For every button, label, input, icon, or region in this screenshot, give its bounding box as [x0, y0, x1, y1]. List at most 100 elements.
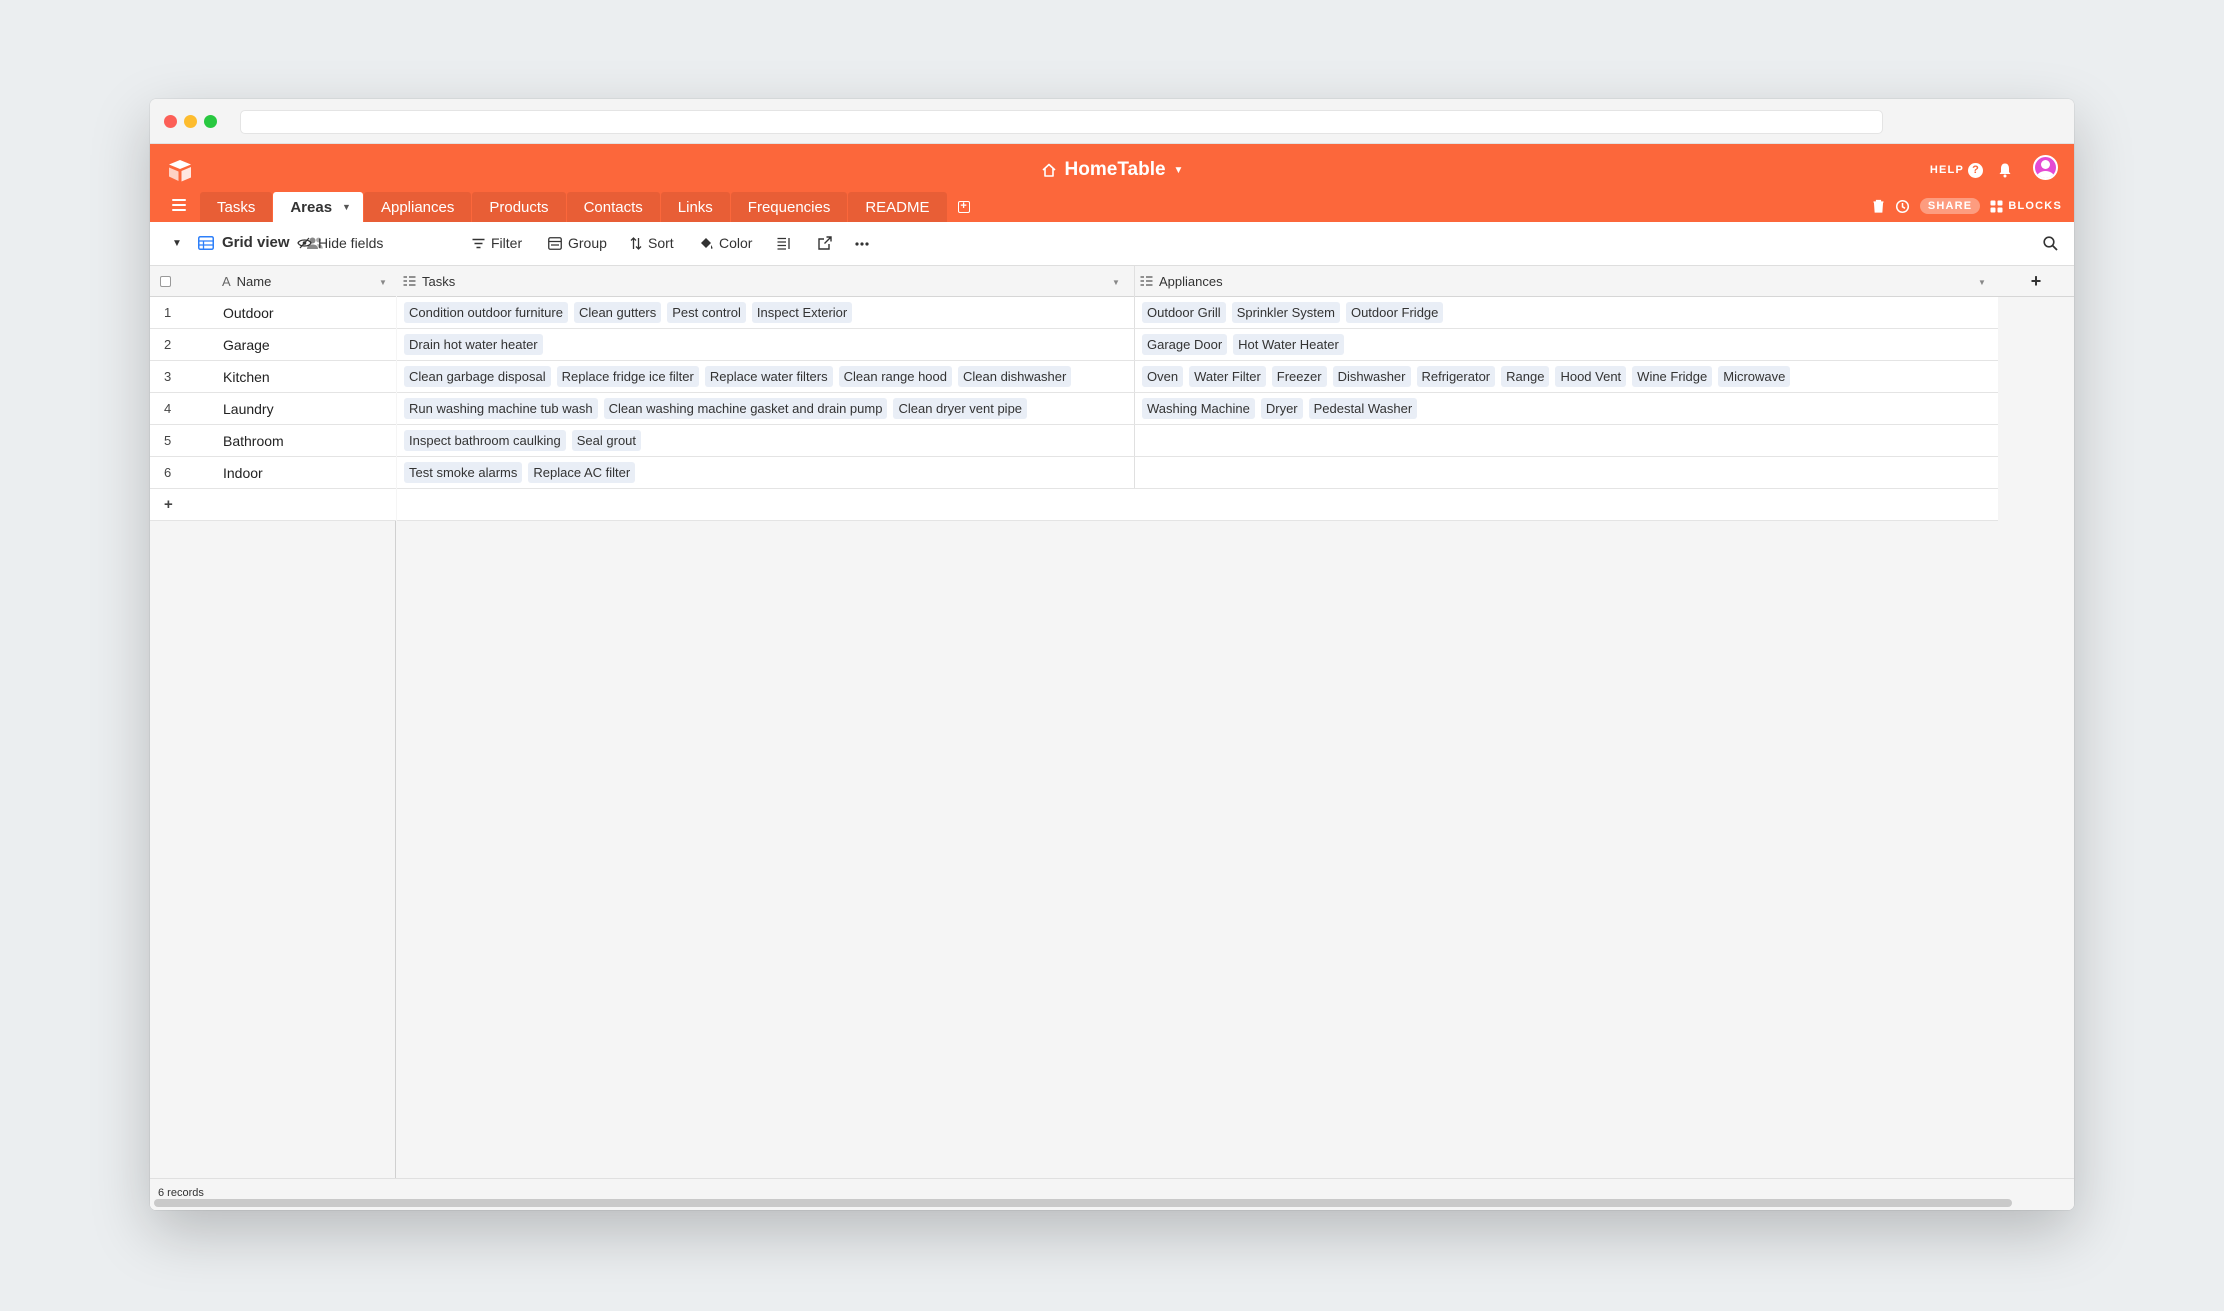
- linked-record-chip[interactable]: Pest control: [667, 302, 746, 323]
- sort-button[interactable]: Sort: [630, 235, 674, 251]
- tasks-cell[interactable]: Test smoke alarms Replace AC filter: [397, 457, 1134, 488]
- more-options-icon[interactable]: [855, 242, 869, 246]
- base-title[interactable]: HomeTable ▼: [150, 156, 2074, 184]
- trash-icon[interactable]: [1872, 199, 1885, 213]
- linked-record-chip[interactable]: Water Filter: [1189, 366, 1266, 387]
- row-name-cell[interactable]: Garage: [223, 337, 270, 353]
- table-row[interactable]: Inspect bathroom caulking Seal grout: [397, 425, 1998, 457]
- horizontal-scrollbar[interactable]: [154, 1199, 2012, 1207]
- linked-record-chip[interactable]: Oven: [1142, 366, 1184, 387]
- table-row[interactable]: 1 Outdoor: [150, 297, 396, 329]
- share-button[interactable]: SHARE: [1919, 198, 1981, 214]
- tasks-cell[interactable]: Clean garbage disposal Replace fridge ice…: [397, 361, 1134, 392]
- tab-frequencies[interactable]: Frequencies: [730, 192, 848, 222]
- chevron-down-icon[interactable]: ▼: [342, 202, 351, 212]
- tasks-cell[interactable]: Run washing machine tub wash Clean washin…: [397, 393, 1134, 424]
- table-row[interactable]: 4 Laundry: [150, 393, 396, 425]
- history-icon[interactable]: [1895, 199, 1910, 214]
- linked-record-chip[interactable]: Seal grout: [571, 430, 642, 451]
- linked-record-chip[interactable]: Clean garbage disposal: [404, 366, 551, 387]
- chevron-down-icon[interactable]: ▼: [1978, 278, 1986, 287]
- add-row-button[interactable]: +: [150, 489, 396, 521]
- table-row[interactable]: Clean garbage disposal Replace fridge ice…: [397, 361, 1998, 393]
- table-row[interactable]: Run washing machine tub wash Clean washin…: [397, 393, 1998, 425]
- linked-record-chip[interactable]: Garage Door: [1142, 334, 1228, 355]
- row-name-cell[interactable]: Outdoor: [223, 305, 274, 321]
- table-row[interactable]: Drain hot water heater Garage Door Hot Wat…: [397, 329, 1998, 361]
- add-column-button[interactable]: +: [1998, 266, 2074, 297]
- chevron-down-icon[interactable]: ▼: [1112, 278, 1120, 287]
- linked-record-chip[interactable]: Pedestal Washer: [1308, 398, 1418, 419]
- column-header-appliances[interactable]: Appliances: [1140, 274, 1223, 289]
- linked-record-chip[interactable]: Refrigerator: [1416, 366, 1496, 387]
- linked-record-chip[interactable]: Dishwasher: [1332, 366, 1411, 387]
- linked-record-chip[interactable]: Range: [1501, 366, 1550, 387]
- add-row-area[interactable]: [397, 489, 1998, 521]
- address-bar[interactable]: [240, 110, 1883, 134]
- linked-record-chip[interactable]: Hood Vent: [1555, 366, 1627, 387]
- table-row[interactable]: 3 Kitchen: [150, 361, 396, 393]
- tab-areas[interactable]: Areas ▼: [273, 192, 363, 222]
- linked-record-chip[interactable]: Replace AC filter: [528, 462, 636, 483]
- views-sidebar-toggle-icon[interactable]: ▼: [172, 238, 182, 249]
- view-switcher[interactable]: Grid view: [198, 234, 290, 251]
- table-row[interactable]: Test smoke alarms Replace AC filter: [397, 457, 1998, 489]
- linked-record-chip[interactable]: Clean range hood: [838, 366, 952, 387]
- linked-record-chip[interactable]: Outdoor Fridge: [1345, 302, 1444, 323]
- table-row[interactable]: 5 Bathroom: [150, 425, 396, 457]
- linked-record-chip[interactable]: Clean washing machine gasket and drain p…: [603, 398, 888, 419]
- tab-readme[interactable]: README: [848, 192, 947, 222]
- row-name-cell[interactable]: Indoor: [223, 465, 263, 481]
- appliances-cell[interactable]: Oven Water Filter Freezer Dishwasher Refrige…: [1135, 361, 1998, 392]
- linked-record-chip[interactable]: Inspect bathroom caulking: [404, 430, 566, 451]
- row-name-cell[interactable]: Bathroom: [223, 433, 284, 449]
- linked-record-chip[interactable]: Test smoke alarms: [404, 462, 523, 483]
- appliances-cell[interactable]: [1135, 425, 1998, 456]
- table-row[interactable]: Condition outdoor furniture Clean gutters…: [397, 297, 1998, 329]
- group-button[interactable]: Group: [548, 235, 607, 251]
- linked-record-chip[interactable]: Inspect Exterior: [751, 302, 853, 323]
- appliances-cell[interactable]: Washing Machine Dryer Pedestal Washer: [1135, 393, 1998, 424]
- column-header-tasks[interactable]: Tasks: [403, 274, 455, 289]
- help-question-icon[interactable]: ?: [1968, 163, 1983, 178]
- linked-record-chip[interactable]: Replace water filters: [704, 366, 833, 387]
- appliances-cell[interactable]: [1135, 457, 1998, 488]
- hamburger-menu-icon[interactable]: [172, 199, 186, 211]
- hide-fields-button[interactable]: Hide fields: [297, 235, 383, 251]
- linked-record-chip[interactable]: Replace fridge ice filter: [556, 366, 699, 387]
- bell-icon[interactable]: [1997, 162, 2013, 178]
- blocks-button[interactable]: BLOCKS: [1990, 200, 2062, 213]
- color-button[interactable]: Color: [699, 235, 752, 251]
- table-row[interactable]: 6 Indoor: [150, 457, 396, 489]
- tasks-cell[interactable]: Inspect bathroom caulking Seal grout: [397, 425, 1134, 456]
- linked-record-chip[interactable]: Clean gutters: [573, 302, 662, 323]
- select-all-checkbox[interactable]: [160, 276, 171, 287]
- tab-products[interactable]: Products: [472, 192, 566, 222]
- maximize-window-button[interactable]: [204, 115, 217, 128]
- linked-record-chip[interactable]: Condition outdoor furniture: [404, 302, 568, 323]
- linked-record-chip[interactable]: Clean dishwasher: [957, 366, 1072, 387]
- linked-record-chip[interactable]: Wine Fridge: [1632, 366, 1713, 387]
- column-header-name[interactable]: A Name: [222, 274, 271, 289]
- share-view-icon[interactable]: [818, 236, 832, 250]
- close-window-button[interactable]: [164, 115, 177, 128]
- linked-record-chip[interactable]: Run washing machine tub wash: [404, 398, 598, 419]
- row-name-cell[interactable]: Kitchen: [223, 369, 270, 385]
- chevron-down-icon[interactable]: ▼: [379, 278, 387, 287]
- linked-record-chip[interactable]: Hot Water Heater: [1233, 334, 1344, 355]
- linked-record-chip[interactable]: Clean dryer vent pipe: [893, 398, 1028, 419]
- tasks-cell[interactable]: Condition outdoor furniture Clean gutters…: [397, 297, 1134, 328]
- linked-record-chip[interactable]: Drain hot water heater: [404, 334, 543, 355]
- linked-record-chip[interactable]: Freezer: [1271, 366, 1327, 387]
- help-link[interactable]: HELP: [1930, 164, 1964, 176]
- linked-record-chip[interactable]: Outdoor Grill: [1142, 302, 1226, 323]
- minimize-window-button[interactable]: [184, 115, 197, 128]
- appliances-cell[interactable]: Garage Door Hot Water Heater: [1135, 329, 1998, 360]
- tab-appliances[interactable]: Appliances: [363, 192, 472, 222]
- table-row[interactable]: 2 Garage: [150, 329, 396, 361]
- row-name-cell[interactable]: Laundry: [223, 401, 274, 417]
- add-table-button[interactable]: +: [954, 192, 974, 222]
- tab-contacts[interactable]: Contacts: [566, 192, 660, 222]
- row-height-icon[interactable]: [777, 237, 791, 250]
- avatar[interactable]: [2033, 155, 2058, 180]
